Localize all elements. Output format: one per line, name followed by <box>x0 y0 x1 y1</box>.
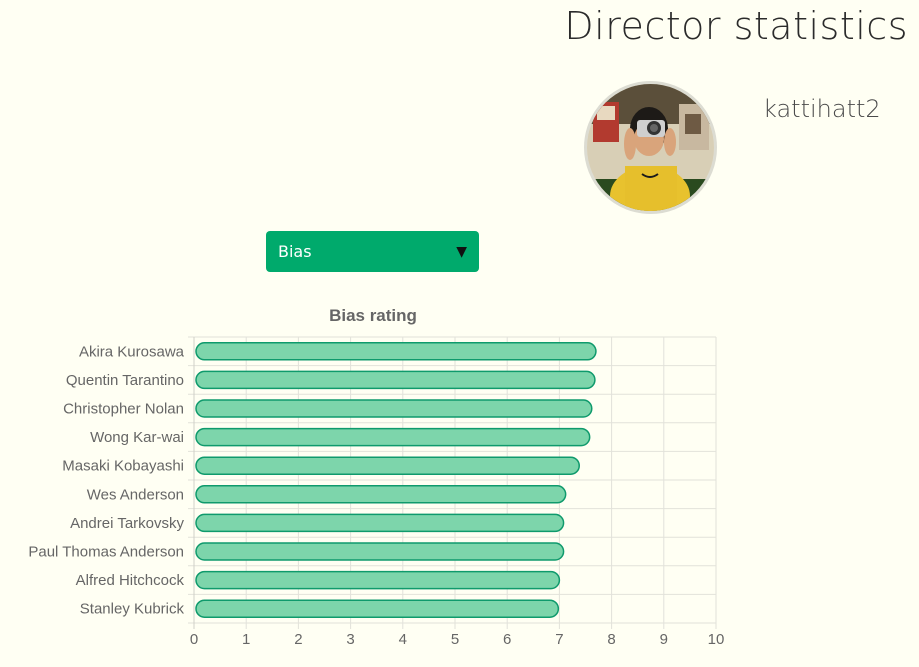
x-tick-label: 4 <box>399 631 407 648</box>
x-tick-label: 0 <box>190 631 198 648</box>
bar <box>195 599 560 618</box>
y-category-label: Andrei Tarkovsky <box>70 515 184 532</box>
y-category-label: Akira Kurosawa <box>79 343 185 360</box>
bar <box>195 485 567 504</box>
y-category-label: Wes Anderson <box>87 486 184 503</box>
metric-select-value: Bias <box>278 242 312 261</box>
bar <box>195 542 565 561</box>
y-category-label: Quentin Tarantino <box>66 372 184 389</box>
x-tick-label: 3 <box>346 631 354 648</box>
x-tick-label: 7 <box>555 631 563 648</box>
bar <box>195 342 597 361</box>
y-category-label: Wong Kar-wai <box>90 429 184 446</box>
x-tick-label: 10 <box>708 631 725 648</box>
bar <box>195 399 593 418</box>
x-tick-label: 9 <box>660 631 668 648</box>
x-tick-label: 5 <box>451 631 459 648</box>
user-avatar-photo-icon <box>587 84 714 211</box>
y-category-label: Christopher Nolan <box>63 401 184 418</box>
triangle-down-icon: ▼ <box>456 243 467 260</box>
bar <box>195 513 565 533</box>
y-category-label: Masaki Kobayashi <box>62 458 184 475</box>
metric-select-dropdown[interactable]: Bias ▼ <box>266 231 479 272</box>
chart-title: Bias rating <box>329 306 417 325</box>
bar <box>195 427 591 447</box>
bar <box>195 570 561 590</box>
y-category-label: Alfred Hitchcock <box>76 572 185 589</box>
y-category-label: Paul Thomas Anderson <box>28 544 184 561</box>
bar <box>195 370 596 390</box>
x-tick-label: 2 <box>294 631 302 648</box>
username[interactable]: kattihatt2 <box>763 95 881 123</box>
bar <box>195 456 580 475</box>
page-title: Director statistics <box>564 4 908 48</box>
x-tick-label: 8 <box>607 631 615 648</box>
user-avatar[interactable] <box>584 81 717 214</box>
x-tick-label: 1 <box>242 631 250 648</box>
y-category-label: Stanley Kubrick <box>80 601 185 618</box>
x-tick-label: 6 <box>503 631 511 648</box>
bias-rating-chart: Bias rating 0 1 2 3 4 5 6 7 8 9 10 Akira Kurosawa Que… <box>28 306 725 648</box>
